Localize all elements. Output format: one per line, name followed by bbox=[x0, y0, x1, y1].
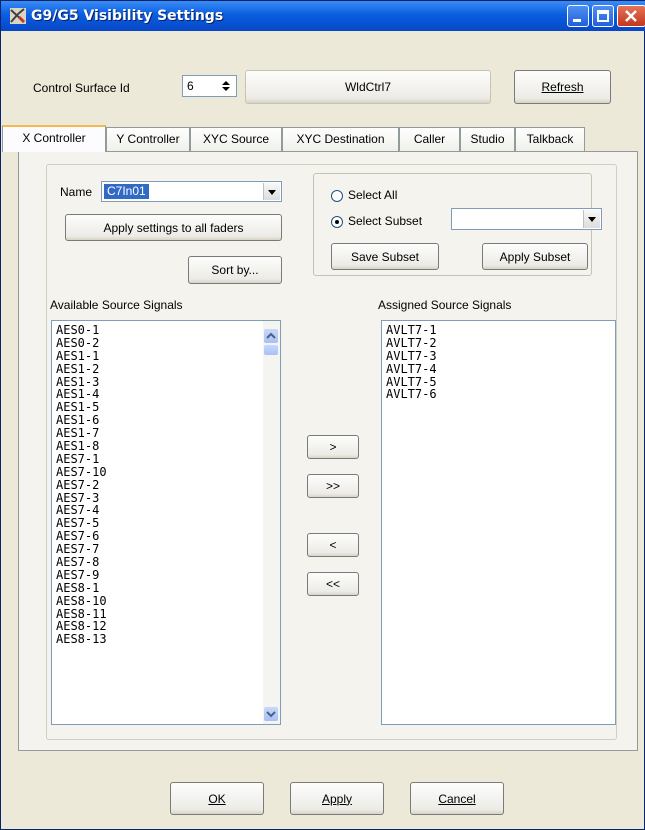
scroll-thumb[interactable] bbox=[264, 345, 278, 355]
list-item[interactable]: AVLT7-4 bbox=[383, 362, 613, 376]
move-all-left-button[interactable]: << bbox=[307, 572, 359, 596]
list-item[interactable]: AVLT7-6 bbox=[383, 388, 613, 401]
chevron-down-icon[interactable] bbox=[583, 210, 600, 228]
apply-settings-all-button[interactable]: Apply settings to all faders bbox=[65, 214, 282, 241]
sort-by-button[interactable]: Sort by... bbox=[188, 256, 282, 284]
assigned-signals-list[interactable]: AVLT7-1 AVLT7-2 AVLT7-3 AVLT7-4 AVLT7-5 AVLT7… bbox=[381, 320, 616, 725]
cancel-button[interactable]: Cancel bbox=[410, 782, 504, 815]
select-subset-radio[interactable] bbox=[331, 216, 343, 228]
tab-xyc-source[interactable]: XYC Source bbox=[190, 127, 282, 151]
available-signals-label: Available Source Signals bbox=[50, 298, 183, 312]
list-item[interactable]: AES7-10 bbox=[53, 465, 262, 479]
name-combobox[interactable]: C7In01 bbox=[101, 181, 282, 202]
dialog-window: G9/G5 Visibility Settings Control Surfac… bbox=[0, 0, 645, 830]
list-item[interactable]: AES1-8 bbox=[53, 440, 262, 453]
scroll-down-button[interactable] bbox=[264, 707, 278, 721]
close-icon bbox=[625, 10, 637, 22]
apply-button[interactable]: Apply bbox=[290, 782, 384, 815]
control-surface-label: Control Surface Id bbox=[33, 81, 130, 95]
ok-button[interactable]: OK bbox=[170, 782, 264, 815]
chevron-up-icon bbox=[266, 332, 276, 339]
list-item[interactable]: AVLT7-3 bbox=[383, 349, 613, 363]
select-all-label: Select All bbox=[348, 188, 398, 202]
tab-xyc-destination[interactable]: XYC Destination bbox=[282, 127, 399, 151]
tab-y-controller[interactable]: Y Controller bbox=[106, 127, 190, 151]
tab-x-controller[interactable]: X Controller bbox=[2, 125, 106, 152]
list-item[interactable]: AES0-1 bbox=[53, 324, 262, 337]
list-item[interactable]: AES7-1 bbox=[53, 453, 262, 466]
list-item[interactable]: AES1-2 bbox=[53, 362, 262, 376]
select-all-radio[interactable] bbox=[331, 190, 343, 202]
move-left-button[interactable]: < bbox=[307, 533, 359, 557]
maximize-icon bbox=[597, 10, 609, 22]
tab-studio[interactable]: Studio bbox=[460, 127, 515, 151]
list-item[interactable]: AES7-9 bbox=[53, 569, 262, 582]
move-all-right-button[interactable]: >> bbox=[307, 474, 359, 498]
maximize-button[interactable] bbox=[592, 5, 614, 27]
chevron-down-icon[interactable] bbox=[263, 183, 280, 200]
minimize-button[interactable] bbox=[567, 5, 589, 27]
window-title: G9/G5 Visibility Settings bbox=[31, 8, 224, 24]
chevron-down-icon bbox=[266, 711, 276, 718]
list-item[interactable]: AVLT7-1 bbox=[383, 324, 613, 337]
tab-talkback[interactable]: Talkback bbox=[515, 127, 585, 151]
spin-arrows-icon[interactable] bbox=[219, 79, 233, 93]
list-item[interactable]: AES7-8 bbox=[53, 556, 262, 569]
list-item[interactable]: AVLT7-2 bbox=[383, 336, 613, 350]
title-bar[interactable]: G9/G5 Visibility Settings bbox=[1, 1, 645, 31]
refresh-button[interactable]: Refresh bbox=[514, 70, 611, 104]
move-right-button[interactable]: > bbox=[307, 435, 359, 459]
app-icon bbox=[10, 8, 26, 24]
x-controller-panel: Name C7In01 Apply settings to all faders… bbox=[18, 151, 638, 751]
minimize-icon bbox=[573, 19, 581, 22]
list-item[interactable]: AES1-1 bbox=[53, 349, 262, 363]
list-item[interactable]: AES7-2 bbox=[53, 478, 262, 492]
available-signals-list[interactable]: AES0-1 AES0-2 AES1-1 AES1-2 AES1-3 AES1-4 AES1… bbox=[51, 320, 281, 725]
scroll-up-button[interactable] bbox=[264, 329, 278, 343]
list-item[interactable]: AES0-2 bbox=[53, 336, 262, 350]
scrollbar[interactable] bbox=[263, 321, 280, 724]
list-item[interactable]: AES8-13 bbox=[53, 633, 262, 646]
name-value: C7In01 bbox=[104, 184, 149, 199]
subset-combobox[interactable] bbox=[451, 208, 602, 230]
name-label: Name bbox=[60, 185, 93, 199]
list-item[interactable]: AES8-10 bbox=[53, 594, 262, 608]
list-item[interactable]: AES8-1 bbox=[53, 581, 262, 595]
close-button[interactable] bbox=[617, 5, 645, 27]
control-surface-value: 6 bbox=[187, 79, 194, 93]
save-subset-button[interactable]: Save Subset bbox=[331, 243, 439, 270]
apply-subset-button[interactable]: Apply Subset bbox=[482, 243, 588, 270]
select-subset-label: Select Subset bbox=[348, 214, 423, 228]
assigned-signals-label: Assigned Source Signals bbox=[378, 298, 512, 312]
tab-caller[interactable]: Caller bbox=[399, 127, 460, 151]
surface-name-field: WldCtrl7 bbox=[245, 70, 491, 104]
control-surface-spinner[interactable]: 6 bbox=[182, 75, 237, 97]
